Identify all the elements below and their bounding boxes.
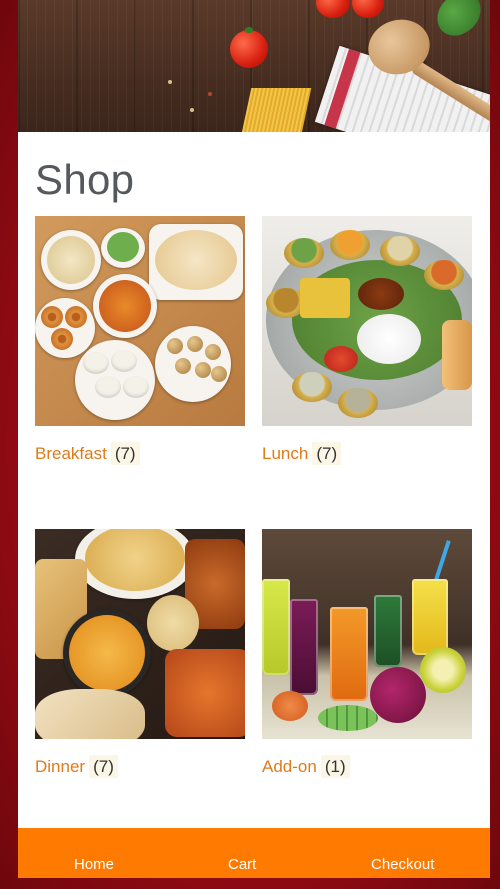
category-name[interactable]: Dinner <box>35 757 85 776</box>
paniyaram <box>205 344 221 360</box>
juice-glass <box>262 579 290 675</box>
dhokla <box>300 278 350 318</box>
page-title: Shop <box>35 156 135 203</box>
katori-bowl <box>338 388 378 418</box>
tomato-decoration <box>316 0 350 18</box>
hero-banner <box>18 0 490 132</box>
curry <box>358 278 404 310</box>
category-tile-breakfast[interactable]: Breakfast (7) <box>35 216 245 465</box>
sambar-bowl <box>99 280 151 332</box>
katori-bowl <box>284 238 324 268</box>
basil-leaf-decoration <box>430 0 488 41</box>
category-name[interactable]: Lunch <box>262 444 308 463</box>
pasta-decoration <box>240 88 312 132</box>
category-count: (7) <box>89 755 118 778</box>
tandoori-chicken <box>165 649 245 737</box>
tomato-decoration <box>352 0 384 18</box>
tomato-decoration <box>230 27 268 68</box>
vada <box>41 306 63 328</box>
carrot <box>272 691 308 721</box>
katori-bowl <box>292 372 332 402</box>
bottom-nav: Home Cart Checkout <box>18 828 490 878</box>
katori-bowl <box>380 236 420 266</box>
paniyaram <box>211 366 227 382</box>
idli <box>123 376 149 398</box>
nav-home[interactable]: Home <box>74 856 114 873</box>
category-caption[interactable]: Lunch (7) <box>262 442 342 465</box>
dal-makhani <box>69 615 145 691</box>
pepper-speck <box>190 108 194 112</box>
juices-photo[interactable] <box>262 529 472 739</box>
paniyaram <box>175 358 191 374</box>
idli <box>83 352 109 374</box>
breakfast-photo[interactable] <box>35 216 245 426</box>
paniyaram <box>195 362 211 378</box>
idli <box>95 376 121 398</box>
beetroot <box>370 667 426 723</box>
nav-cart[interactable]: Cart <box>228 856 256 873</box>
dinner-photo[interactable] <box>35 529 245 739</box>
paniyaram <box>167 338 183 354</box>
chutney-bowl <box>107 232 139 262</box>
category-caption[interactable]: Add-on (1) <box>262 755 350 778</box>
cucumber-slices <box>318 705 378 731</box>
shop-card: Shop Breakfast (7) Lunch (7) Dinner (7) … <box>18 132 490 828</box>
upma-bowl <box>47 236 95 284</box>
juice-glass <box>374 595 402 667</box>
idli <box>111 350 137 372</box>
tomato-slices <box>324 346 358 372</box>
pepper-speck <box>168 80 172 84</box>
category-name[interactable]: Breakfast <box>35 444 107 463</box>
vada <box>51 328 73 350</box>
paratha <box>155 230 237 290</box>
katori-bowl <box>424 260 464 290</box>
category-caption[interactable]: Dinner (7) <box>35 755 118 778</box>
naan <box>35 689 145 739</box>
rice-mound <box>357 314 421 364</box>
category-count: (1) <box>320 755 350 778</box>
juice-glass <box>330 607 368 701</box>
category-name[interactable]: Add-on <box>262 757 317 776</box>
category-caption[interactable]: Breakfast (7) <box>35 442 140 465</box>
lunch-thali-photo[interactable] <box>262 216 472 426</box>
nav-checkout[interactable]: Checkout <box>371 856 434 873</box>
lemon-slice <box>420 647 466 693</box>
paniyaram <box>187 336 203 352</box>
pepper-speck <box>208 92 212 96</box>
category-tile-dinner[interactable]: Dinner (7) <box>35 529 245 778</box>
papad <box>442 320 472 390</box>
juice-glass <box>290 599 318 695</box>
katori-bowl <box>330 230 370 260</box>
vada <box>65 306 87 328</box>
category-tile-add-on[interactable]: Add-on (1) <box>262 529 472 778</box>
juice-glass <box>412 579 448 655</box>
category-count: (7) <box>312 442 342 465</box>
lassi-glass <box>147 595 199 651</box>
category-count: (7) <box>110 442 140 465</box>
category-tile-lunch[interactable]: Lunch (7) <box>262 216 472 465</box>
